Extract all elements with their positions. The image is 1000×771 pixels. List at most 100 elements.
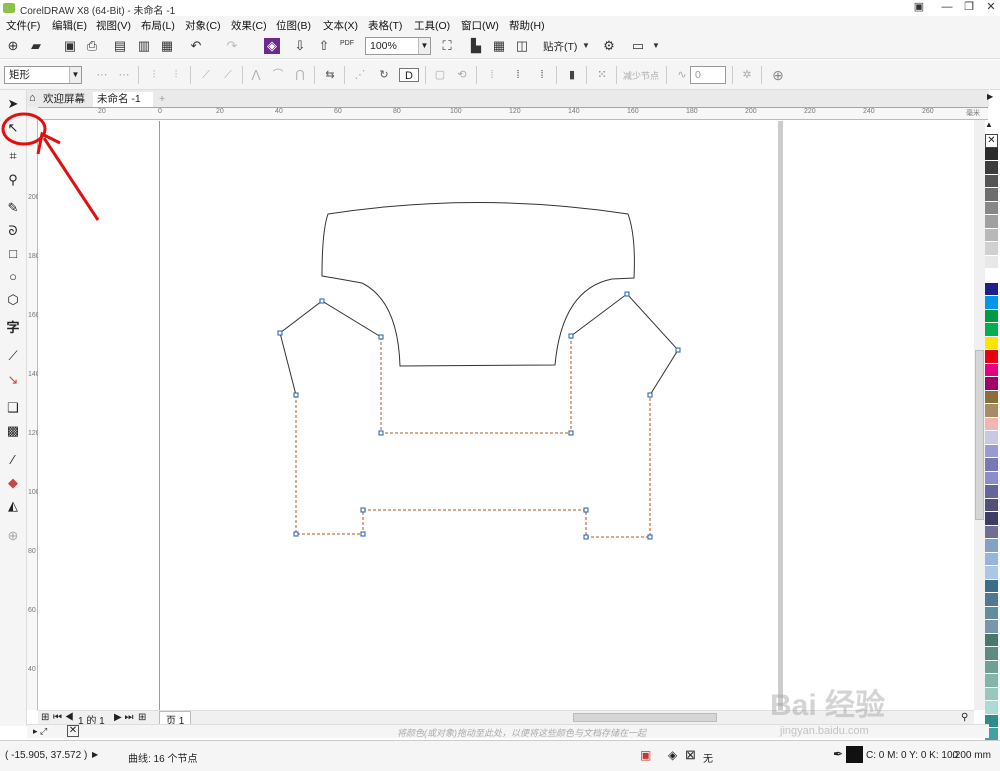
to-curve-icon[interactable]: ⟋: [218, 68, 238, 82]
elastic-mode-icon[interactable]: ▮: [562, 68, 582, 82]
reverse-direction-icon[interactable]: ⇆: [320, 68, 340, 82]
delete-node-icon[interactable]: ⋯: [114, 68, 134, 82]
ellipse-tool-icon[interactable]: ○: [3, 267, 23, 287]
color-swatch[interactable]: [985, 377, 998, 391]
color-swatch[interactable]: [985, 525, 998, 539]
tab-welcome[interactable]: 欢迎屏幕: [39, 92, 89, 107]
snap-to-menu[interactable]: 贴齐(T): [543, 39, 577, 54]
interactive-fill-icon[interactable]: ◆: [3, 473, 23, 493]
color-swatch[interactable]: [985, 161, 998, 175]
color-swatch[interactable]: [985, 296, 998, 310]
show-guidelines-icon[interactable]: ◫: [514, 38, 530, 54]
color-swatch[interactable]: [985, 282, 998, 296]
selection-mode-select[interactable]: 矩形 ▼: [4, 66, 82, 84]
cusp-node-icon[interactable]: ⋀: [246, 68, 266, 82]
paste-icon[interactable]: ▦: [159, 38, 175, 54]
color-swatch[interactable]: [985, 431, 998, 445]
tab-document[interactable]: 未命名 -1: [93, 92, 153, 107]
cut-icon[interactable]: ▤: [112, 38, 128, 54]
vertical-scrollbar[interactable]: [974, 120, 985, 710]
zoom-navigator-icon[interactable]: ⚲: [961, 712, 968, 723]
smooth-node-icon[interactable]: ⌒: [268, 68, 288, 82]
show-bounding-box-icon[interactable]: ✲: [737, 68, 757, 82]
connector-tool-icon[interactable]: ↘: [3, 370, 23, 390]
search-content-icon[interactable]: ◈: [264, 38, 280, 54]
stretch-nodes-icon[interactable]: ▢: [430, 68, 450, 82]
add-node-icon[interactable]: ⋯: [92, 68, 112, 82]
first-page-icon[interactable]: ⊞: [41, 712, 49, 723]
color-swatch[interactable]: [985, 188, 998, 202]
color-swatch[interactable]: [985, 444, 998, 458]
close-curve-active-icon[interactable]: D: [399, 68, 419, 82]
color-swatch[interactable]: [985, 620, 998, 634]
polygon-tool-icon[interactable]: ⬡: [3, 290, 23, 310]
show-rulers-icon[interactable]: ▙: [468, 38, 484, 54]
color-swatch[interactable]: [985, 606, 998, 620]
chevron-down-icon[interactable]: ▼: [578, 38, 594, 54]
color-swatch[interactable]: [985, 255, 998, 269]
open-icon[interactable]: ▰: [28, 38, 44, 54]
horizontal-reflect-icon[interactable]: ⁞: [508, 68, 528, 82]
menu-layout[interactable]: 布局(L): [141, 18, 175, 33]
extend-curve-icon[interactable]: ⋰: [350, 68, 370, 82]
color-swatch[interactable]: [985, 471, 998, 485]
no-color-swatch[interactable]: ✕: [67, 725, 79, 737]
chevron-right-icon[interactable]: ▶: [987, 92, 993, 101]
to-line-icon[interactable]: ⟋: [196, 68, 216, 82]
outline-pen-icon[interactable]: ✒: [833, 747, 843, 761]
menu-help[interactable]: 帮助(H): [509, 18, 545, 33]
color-swatch[interactable]: [985, 363, 998, 377]
color-swatch[interactable]: [985, 552, 998, 566]
menu-effects[interactable]: 效果(C): [231, 18, 267, 33]
color-swatch[interactable]: [985, 674, 998, 688]
color-swatch[interactable]: [985, 579, 998, 593]
align-nodes-icon[interactable]: ⁞: [482, 68, 502, 82]
account-icon[interactable]: ▣: [905, 0, 933, 16]
color-swatch[interactable]: [985, 215, 998, 229]
chevron-down-icon[interactable]: ▼: [648, 38, 664, 54]
menu-view[interactable]: 视图(V): [96, 18, 131, 33]
menu-text[interactable]: 文本(X): [323, 18, 358, 33]
color-swatch[interactable]: ✕: [985, 134, 998, 148]
color-swatch[interactable]: [985, 633, 998, 647]
scrollbar-thumb[interactable]: [975, 350, 984, 520]
join-nodes-icon[interactable]: ⫶: [144, 68, 164, 82]
home-icon[interactable]: ⌂: [29, 92, 36, 104]
symmetrical-node-icon[interactable]: ⋂: [290, 68, 310, 82]
import-icon[interactable]: ⇩: [292, 38, 308, 54]
menu-edit[interactable]: 编辑(E): [52, 18, 87, 33]
eyedropper-tool-icon[interactable]: ⁄: [3, 450, 23, 470]
palette-scroll-up[interactable]: ▲: [985, 120, 1000, 134]
color-swatch[interactable]: [985, 593, 998, 607]
show-grid-icon[interactable]: ▦: [491, 38, 507, 54]
horizontal-scrollbar-thumb[interactable]: [573, 713, 717, 722]
color-swatch[interactable]: [985, 417, 998, 431]
prev-page-icon[interactable]: ⏮ ◀: [53, 712, 74, 723]
color-swatch[interactable]: [985, 512, 998, 526]
full-screen-icon[interactable]: ⛶: [439, 38, 455, 54]
color-palette[interactable]: ✕: [985, 134, 1000, 755]
new-document-icon[interactable]: ⊕: [5, 38, 21, 54]
curve-smoothness-input[interactable]: 0: [690, 66, 726, 84]
color-swatch[interactable]: [985, 458, 998, 472]
color-proof-icon[interactable]: ▣: [640, 748, 651, 762]
add-page-icon[interactable]: ⊞: [138, 712, 146, 723]
add-tab-button[interactable]: +: [155, 92, 169, 107]
redo-icon[interactable]: ↷: [224, 38, 240, 54]
parallel-dimension-icon[interactable]: ⟋: [3, 346, 23, 366]
color-swatch[interactable]: [985, 498, 998, 512]
smart-fill-icon[interactable]: ◭: [3, 496, 23, 516]
color-swatch[interactable]: [985, 336, 998, 350]
horizontal-ruler[interactable]: 20 0 20 40 60 80 100 120 140 160 180 200…: [38, 107, 988, 120]
chevron-right-icon[interactable]: ▶: [92, 750, 98, 759]
color-swatch[interactable]: [985, 201, 998, 215]
color-swatch[interactable]: [985, 539, 998, 553]
vertical-reflect-icon[interactable]: ⁞: [532, 68, 552, 82]
fill-icon[interactable]: ◈: [668, 748, 677, 762]
color-swatch[interactable]: [985, 390, 998, 404]
color-swatch[interactable]: [985, 701, 998, 715]
rectangle-tool-icon[interactable]: □: [3, 244, 23, 264]
color-swatch[interactable]: [985, 309, 998, 323]
add-icon[interactable]: ⊕: [768, 68, 788, 82]
color-swatch[interactable]: [985, 485, 998, 499]
